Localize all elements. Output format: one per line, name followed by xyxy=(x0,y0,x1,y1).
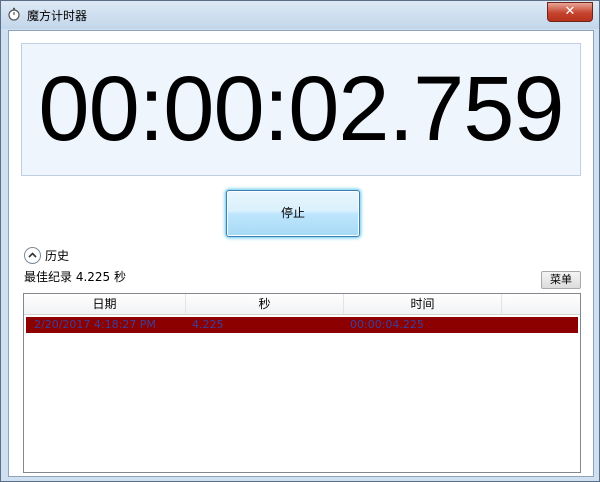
timer-panel: 00:00:02.759 xyxy=(21,43,581,176)
app-window: 魔方计时器 ✕ 00:00:02.759 停止 历史 最佳纪录 4.225 秒 … xyxy=(0,0,600,482)
history-label: 历史 xyxy=(45,249,70,263)
history-toggle-button[interactable] xyxy=(24,247,41,264)
main-content: 00:00:02.759 停止 历史 最佳纪录 4.225 秒 菜单 日期 秒 … xyxy=(8,30,594,477)
column-header-time[interactable]: 时间 xyxy=(344,294,502,314)
cell-seconds: 4.225 xyxy=(192,318,224,331)
close-icon: ✕ xyxy=(564,4,576,19)
close-button[interactable]: ✕ xyxy=(547,2,593,22)
column-header-filler xyxy=(502,294,579,314)
chevron-up-icon xyxy=(28,252,37,258)
stop-button[interactable]: 停止 xyxy=(226,190,360,237)
timer-display: 00:00:02.759 xyxy=(38,58,564,160)
table-header: 日期 秒 时间 xyxy=(24,294,580,315)
column-header-seconds[interactable]: 秒 xyxy=(186,294,344,314)
title-bar[interactable]: 魔方计时器 ✕ xyxy=(1,1,599,29)
stopwatch-icon xyxy=(8,7,20,21)
cell-time: 00:00:04.225 xyxy=(350,318,424,331)
best-record-text: 最佳纪录 4.225 秒 xyxy=(24,270,126,284)
table-row[interactable]: 2/20/2017 4:18:27 PM 4.225 00:00:04.225 xyxy=(26,317,578,333)
menu-button[interactable]: 菜单 xyxy=(541,271,581,289)
window-title: 魔方计时器 xyxy=(27,9,88,23)
history-table[interactable]: 日期 秒 时间 2/20/2017 4:18:27 PM 4.225 00:00… xyxy=(23,293,581,473)
column-header-date[interactable]: 日期 xyxy=(24,294,186,314)
cell-date: 2/20/2017 4:18:27 PM xyxy=(34,318,156,331)
